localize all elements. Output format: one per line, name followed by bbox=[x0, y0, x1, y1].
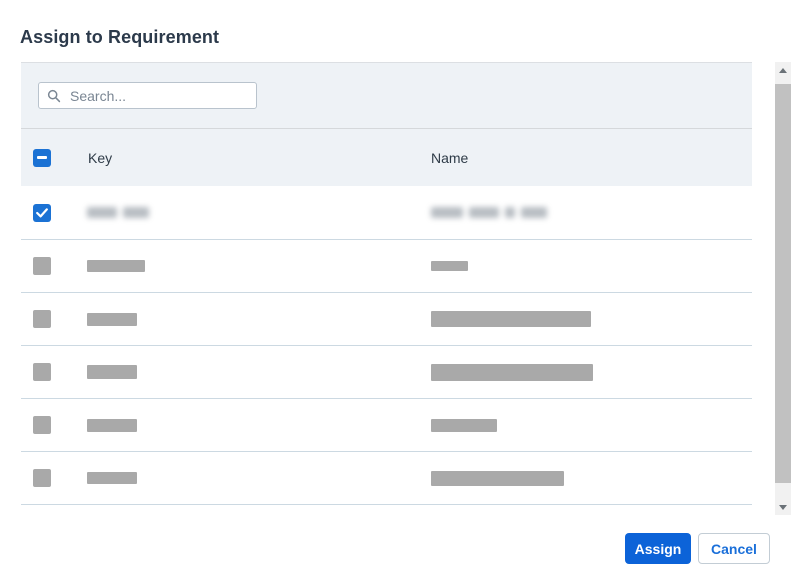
key-cell bbox=[87, 452, 137, 504]
requirements-panel: Key Name bbox=[21, 62, 752, 505]
scrollbar-thumb[interactable] bbox=[775, 84, 791, 483]
table-row bbox=[21, 186, 752, 240]
name-cell bbox=[431, 240, 468, 292]
table-row bbox=[21, 293, 752, 346]
cancel-button[interactable]: Cancel bbox=[698, 533, 770, 564]
assign-to-requirement-dialog: Assign to Requirement Key Name Assign C bbox=[0, 0, 791, 587]
indeterminate-minus-icon bbox=[37, 156, 47, 159]
assign-button[interactable]: Assign bbox=[625, 533, 691, 564]
checkmark-icon bbox=[36, 208, 48, 218]
row-checkbox-redacted[interactable] bbox=[33, 416, 51, 434]
name-cell bbox=[431, 293, 591, 345]
row-checkbox-redacted[interactable] bbox=[33, 363, 51, 381]
blurred-text bbox=[87, 207, 149, 218]
key-cell bbox=[87, 399, 137, 451]
redacted-bar bbox=[431, 419, 497, 432]
column-header-key: Key bbox=[88, 150, 112, 166]
table-row bbox=[21, 399, 752, 452]
table-row bbox=[21, 240, 752, 293]
name-cell bbox=[431, 346, 593, 398]
redacted-bar bbox=[87, 365, 137, 379]
key-cell bbox=[87, 293, 137, 345]
redacted-bar bbox=[431, 261, 468, 271]
key-cell bbox=[87, 240, 145, 292]
row-checkbox-redacted[interactable] bbox=[33, 310, 51, 328]
key-cell bbox=[87, 346, 137, 398]
table-body bbox=[21, 186, 752, 505]
name-cell bbox=[431, 399, 497, 451]
scrollbar-down-arrow-icon[interactable] bbox=[775, 499, 791, 515]
redacted-bar bbox=[431, 471, 564, 486]
search-section bbox=[21, 62, 752, 129]
row-checkbox-redacted[interactable] bbox=[33, 257, 51, 275]
redacted-bar bbox=[431, 311, 591, 327]
redacted-bar bbox=[87, 419, 137, 432]
search-input[interactable] bbox=[38, 82, 257, 109]
table-row bbox=[21, 346, 752, 399]
search-box bbox=[38, 82, 257, 109]
scrollbar-up-arrow-icon[interactable] bbox=[775, 62, 791, 78]
row-checkbox-checked[interactable] bbox=[33, 204, 51, 222]
row-checkbox-redacted[interactable] bbox=[33, 469, 51, 487]
key-cell bbox=[87, 186, 149, 239]
column-header-name: Name bbox=[431, 150, 468, 166]
dialog-title: Assign to Requirement bbox=[20, 27, 219, 48]
table-header: Key Name bbox=[21, 129, 752, 186]
redacted-bar bbox=[87, 313, 137, 326]
redacted-bar bbox=[431, 364, 593, 381]
scrollbar[interactable] bbox=[775, 62, 791, 515]
redacted-bar bbox=[87, 472, 137, 484]
name-cell bbox=[431, 452, 564, 504]
table-row bbox=[21, 452, 752, 505]
select-all-checkbox-indeterminate[interactable] bbox=[33, 149, 51, 167]
redacted-bar bbox=[87, 260, 145, 272]
blurred-text bbox=[431, 207, 547, 218]
name-cell bbox=[431, 186, 547, 239]
